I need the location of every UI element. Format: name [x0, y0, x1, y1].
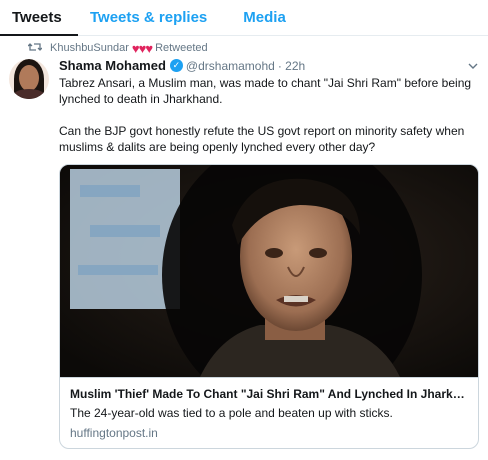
chevron-down-icon[interactable]	[468, 60, 478, 72]
avatar[interactable]	[9, 59, 49, 99]
tab-tweets-and-replies[interactable]: Tweets & replies	[78, 0, 219, 36]
card-domain: huffingtonpost.in	[70, 426, 158, 440]
verified-badge-icon: ✓	[169, 59, 183, 72]
tweet-time[interactable]: · 22h	[278, 59, 305, 73]
tweet-text: Tabrez Ansari, a Muslim man, was made to…	[59, 75, 479, 171]
card-description: The 24-year-old was tied to a pole and b…	[70, 406, 393, 420]
tab-media[interactable]: Media	[231, 0, 298, 36]
retweet-context: KhushbuSundar ♥♥♥ Retweeted	[27, 39, 208, 57]
card-image	[60, 165, 478, 377]
heart-emojis: ♥♥♥	[131, 40, 153, 56]
card-title[interactable]: Muslim 'Thief' Made To Chant "Jai Shri R…	[70, 386, 470, 402]
retweet-icon	[27, 41, 50, 55]
tab-tweets[interactable]: Tweets	[0, 0, 78, 36]
profile-tabs: Tweets Tweets & replies Media	[0, 0, 488, 36]
author-handle[interactable]: @drshamamohd	[186, 59, 275, 73]
tweet-paragraph-2: Can the BJP govt honestly refute the US …	[59, 124, 465, 154]
card-body: Muslim 'Thief' Made To Chant "Jai Shri R…	[60, 377, 478, 448]
tweet[interactable]: KhushbuSundar ♥♥♥ Retweeted Shama Mohame…	[0, 37, 488, 460]
tweet-header: Shama Mohamed ✓ @drshamamohd · 22h	[59, 58, 305, 73]
retweeter-name[interactable]: KhushbuSundar	[50, 42, 129, 54]
retweeted-label: Retweeted	[155, 42, 208, 54]
link-card[interactable]: Muslim 'Thief' Made To Chant "Jai Shri R…	[59, 164, 479, 449]
tweet-paragraph-1: Tabrez Ansari, a Muslim man, was made to…	[59, 76, 472, 106]
author-name[interactable]: Shama Mohamed	[59, 58, 166, 73]
